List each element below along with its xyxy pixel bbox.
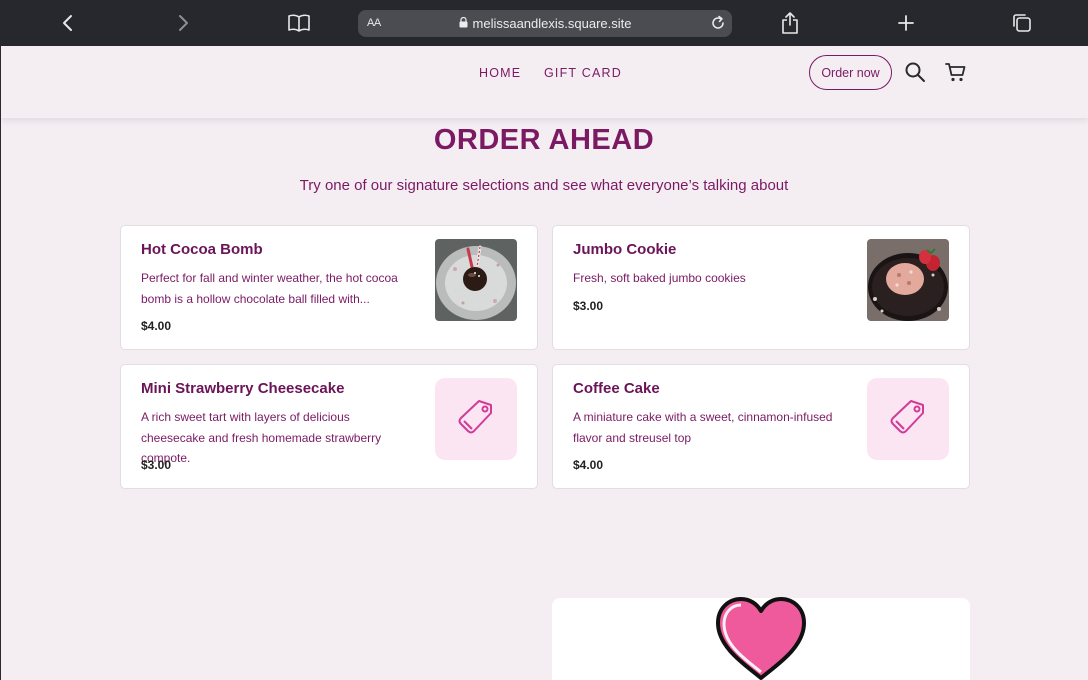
product-price: $3.00 (573, 299, 604, 313)
product-price: $4.00 (141, 319, 172, 333)
product-name[interactable]: Coffee Cake (573, 380, 660, 397)
product-image-placeholder[interactable] (435, 378, 517, 460)
product-name[interactable]: Hot Cocoa Bomb (141, 241, 263, 258)
site-header: HOME GIFT CARD Order now (1, 46, 1088, 118)
product-image-hot-cocoa-bomb[interactable] (435, 239, 517, 321)
page-subtitle: Try one of our signature selections and … (299, 177, 789, 194)
browser-toolbar: AA melissaandlexis.square.site (0, 0, 1088, 46)
book-icon[interactable] (287, 11, 311, 35)
product-name[interactable]: Mini Strawberry Cheesecake (141, 380, 344, 397)
cart-icon[interactable] (945, 61, 967, 83)
product-card-hot-cocoa-bomb[interactable]: Hot Cocoa Bomb Perfect for fall and wint… (120, 225, 538, 350)
search-icon[interactable] (904, 61, 926, 83)
address-bar[interactable]: AA melissaandlexis.square.site (358, 10, 732, 37)
tag-icon (888, 397, 928, 442)
forward-icon[interactable] (171, 11, 195, 35)
product-description: A rich sweet tart with layers of delicio… (141, 410, 382, 465)
product-image-jumbo-cookie[interactable] (867, 239, 949, 321)
product-price: $4.00 (573, 458, 604, 472)
heart-feature-card (552, 596, 970, 680)
product-name[interactable]: Jumbo Cookie (573, 241, 676, 258)
nav-home[interactable]: HOME (479, 66, 521, 80)
window-edge (0, 46, 1, 680)
nav-gift-card[interactable]: GIFT CARD (544, 66, 622, 80)
order-now-button[interactable]: Order now (809, 55, 892, 90)
product-image-placeholder[interactable] (867, 378, 949, 460)
plus-icon[interactable] (894, 11, 918, 35)
product-price: $3.00 (141, 458, 172, 472)
product-card-coffee-cake[interactable]: Coffee Cake A miniature cake with a swee… (552, 364, 970, 489)
page-title: ORDER AHEAD (433, 124, 655, 156)
product-description: Fresh, soft baked jumbo cookies (573, 271, 746, 285)
lock-icon (459, 16, 468, 31)
share-icon[interactable] (778, 11, 802, 35)
tabs-icon[interactable] (1010, 11, 1034, 35)
heart-icon (714, 596, 808, 680)
product-description: Perfect for fall and winter weather, the… (141, 271, 398, 306)
product-description: A miniature cake with a sweet, cinnamon-… (573, 410, 833, 445)
back-icon[interactable] (56, 11, 80, 35)
url-text: melissaandlexis.square.site (472, 16, 632, 31)
product-card-jumbo-cookie[interactable]: Jumbo Cookie Fresh, soft baked jumbo coo… (552, 225, 970, 350)
tag-icon (456, 397, 496, 442)
reload-icon[interactable] (710, 15, 726, 34)
product-card-mini-strawberry-cheesecake[interactable]: Mini Strawberry Cheesecake A rich sweet … (120, 364, 538, 489)
